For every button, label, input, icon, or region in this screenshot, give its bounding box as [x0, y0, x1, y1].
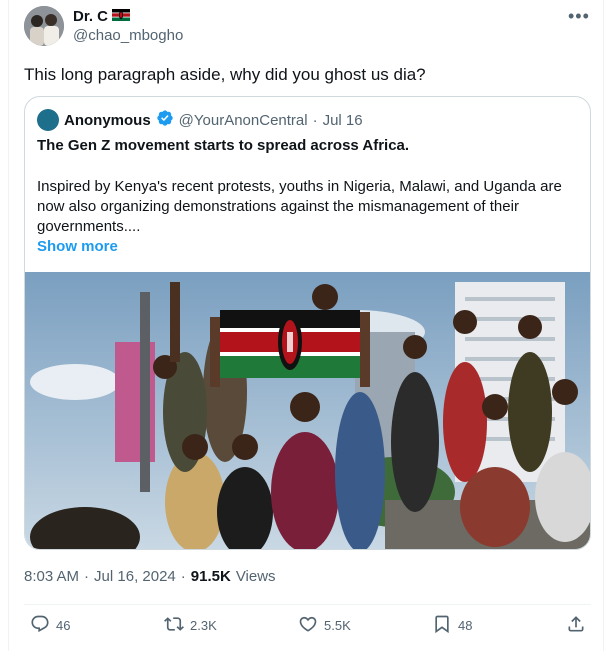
meta-separator-2: ·: [180, 568, 186, 585]
show-more-link[interactable]: Show more: [37, 238, 118, 255]
tweet-meta: 8:03 AM · Jul 16, 2024 · 91.5K Views: [24, 568, 276, 585]
bookmark-button[interactable]: 48: [432, 614, 472, 637]
author-avatar[interactable]: [24, 6, 64, 46]
reply-count: 46: [56, 618, 71, 633]
like-button[interactable]: 5.5K: [298, 614, 351, 637]
share-icon: [566, 614, 586, 637]
more-options-icon[interactable]: •••: [568, 6, 590, 27]
quoted-body: Inspired by Kenya's recent protests, you…: [37, 178, 562, 235]
bookmark-icon: [432, 614, 452, 637]
divider: [24, 604, 591, 605]
quoted-separator: ·: [312, 111, 318, 129]
quoted-author-avatar[interactable]: [37, 109, 59, 131]
kenya-flag-icon: [112, 8, 131, 25]
repost-icon: [164, 614, 184, 637]
like-count: 5.5K: [324, 618, 351, 633]
author-display-name[interactable]: Dr. C: [73, 8, 131, 25]
tweet-text: This long paragraph aside, why did you g…: [24, 65, 426, 84]
quoted-tweet-card[interactable]: Anonymous @YourAnonCentral · Jul 16 The …: [24, 96, 591, 550]
heart-icon: [298, 614, 318, 637]
quoted-tweet-header: Anonymous @YourAnonCentral · Jul 16: [37, 109, 363, 131]
protest-photo[interactable]: [25, 272, 590, 549]
author-name[interactable]: Dr. C: [73, 8, 108, 25]
verified-badge-icon: [156, 109, 174, 131]
quoted-author-handle[interactable]: @YourAnonCentral: [179, 112, 308, 129]
quoted-author-name[interactable]: Anonymous: [64, 112, 151, 129]
views-count[interactable]: 91.5K: [191, 568, 231, 585]
reply-button[interactable]: 46: [30, 614, 70, 637]
meta-separator: ·: [84, 568, 90, 585]
share-button[interactable]: [566, 614, 586, 637]
quoted-title: The Gen Z movement starts to spread acro…: [37, 137, 410, 154]
views-label: Views: [235, 568, 276, 585]
tweet-actions: 46 2.3K 5.5K 48: [24, 614, 591, 642]
bookmark-count: 48: [458, 618, 473, 633]
repost-count: 2.3K: [190, 618, 217, 633]
reply-icon: [30, 614, 50, 637]
tweet-time[interactable]: 8:03 AM: [24, 568, 79, 585]
quoted-date[interactable]: Jul 16: [323, 112, 363, 129]
author-handle[interactable]: @chao_mbogho: [73, 27, 183, 44]
repost-button[interactable]: 2.3K: [164, 614, 217, 637]
tweet-date[interactable]: Jul 16, 2024: [94, 568, 176, 585]
